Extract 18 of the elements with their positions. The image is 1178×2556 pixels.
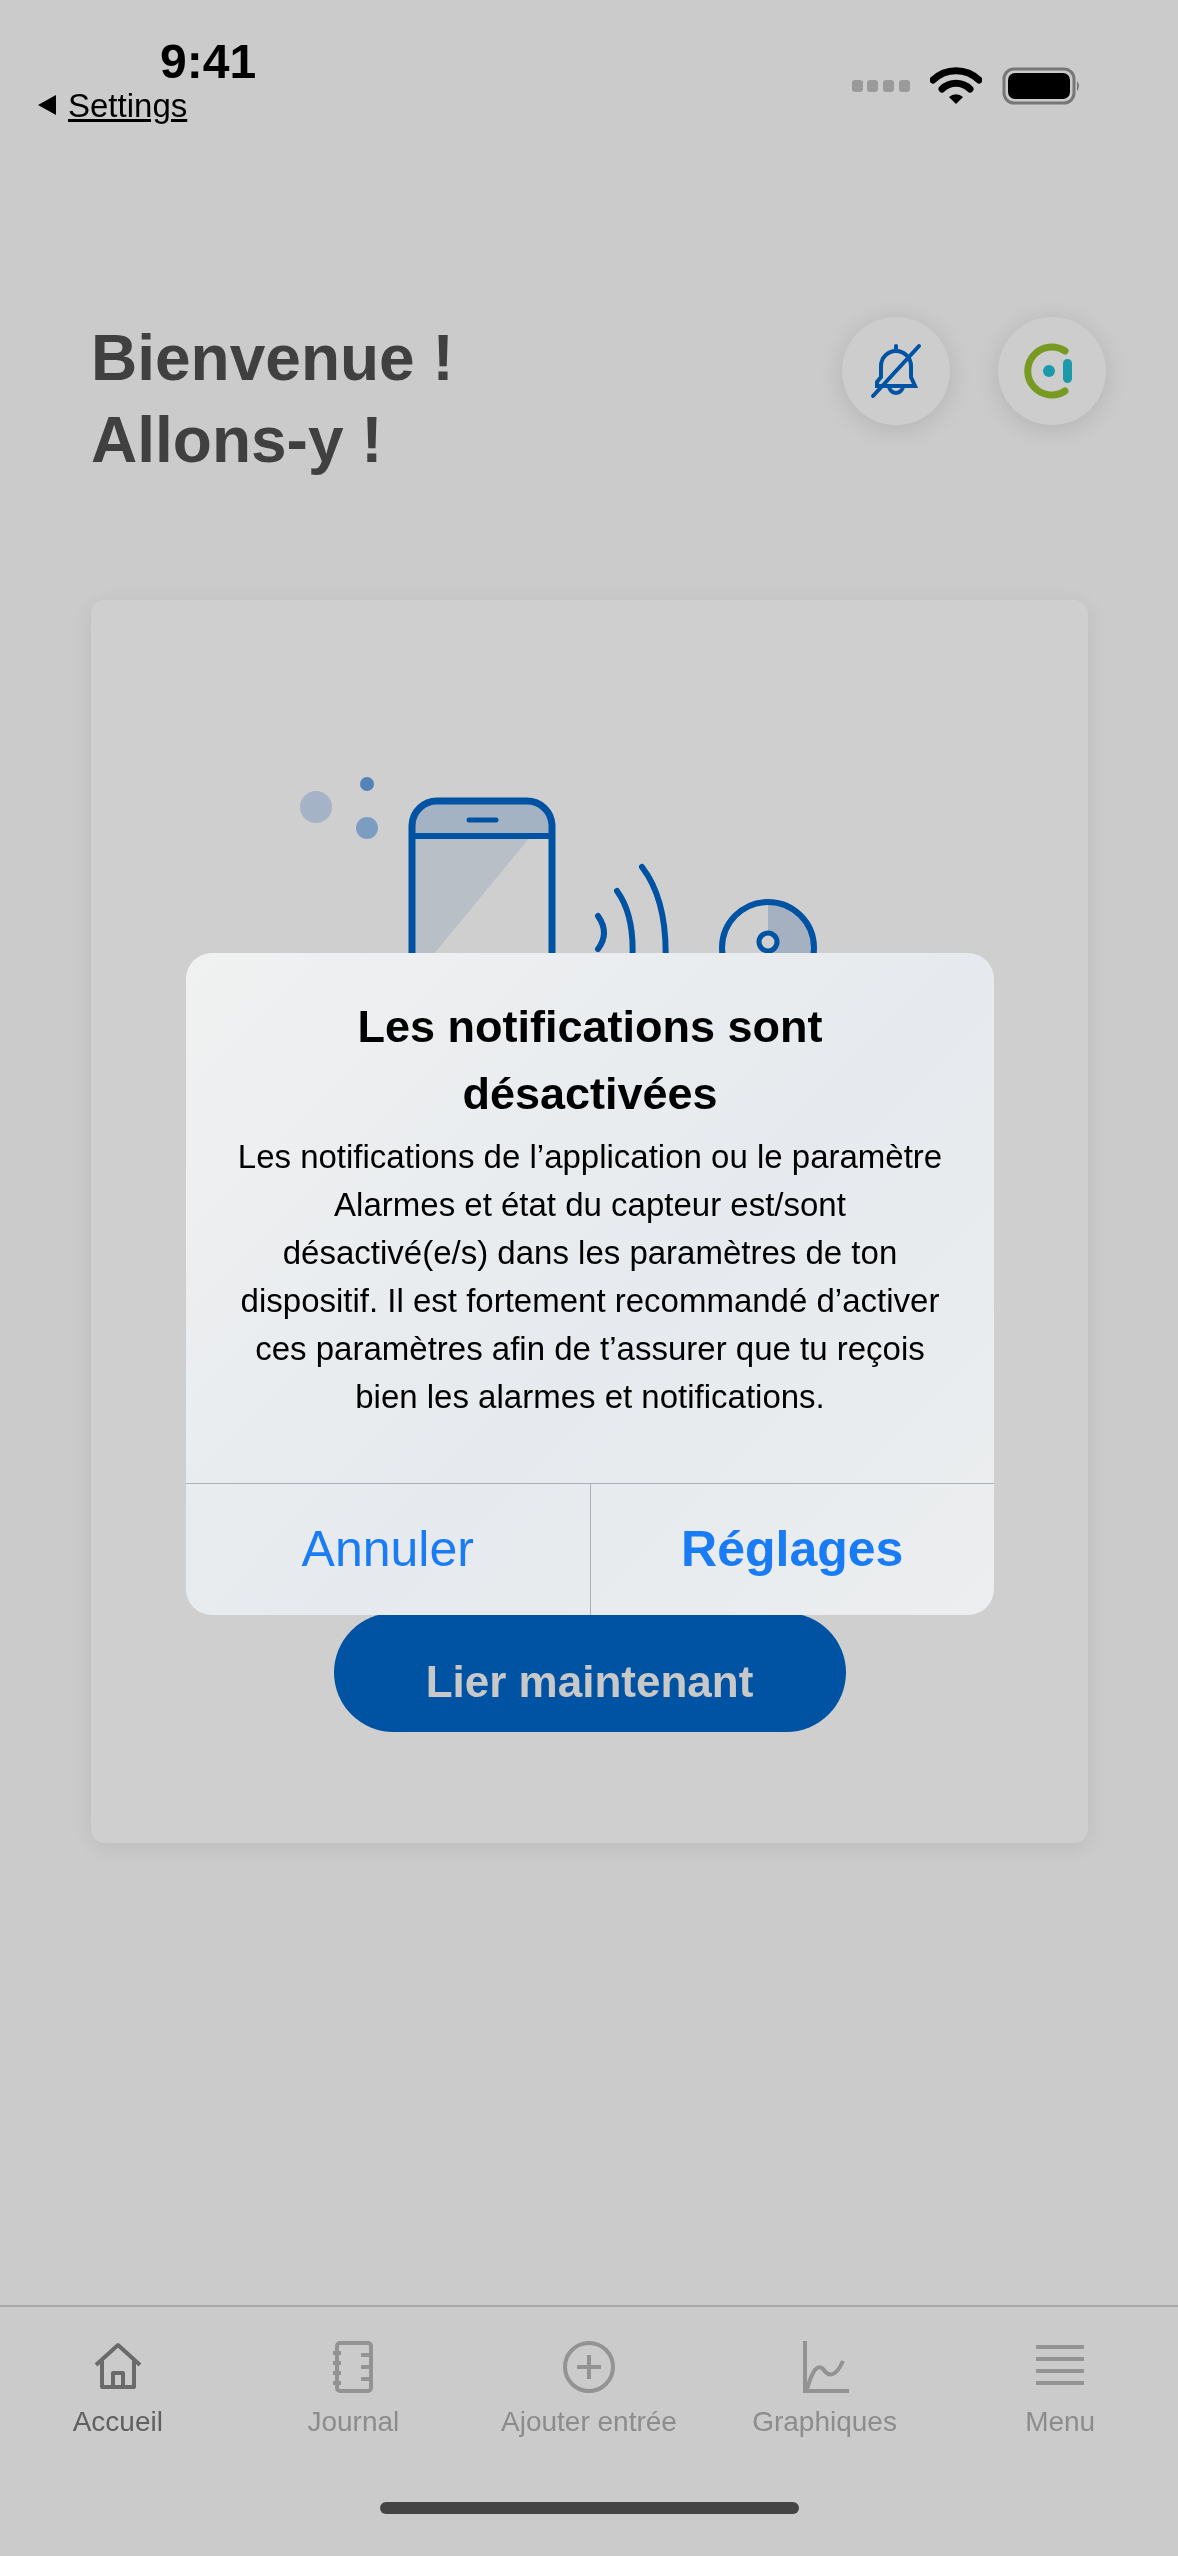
back-triangle-icon <box>36 93 58 118</box>
welcome-heading: Bienvenue ! Allons-y ! <box>91 321 454 478</box>
tab-bar-item[interactable]: Menu <box>942 2307 1178 2444</box>
alert-button[interactable]: Réglages <box>589 1484 994 1615</box>
tab-bar-item[interactable]: Accueil <box>0 2307 236 2444</box>
link-now-button[interactable]: Lier maintenant <box>333 1613 846 1732</box>
battery-icon <box>1002 67 1082 105</box>
signal-icon <box>852 80 910 92</box>
back-link[interactable]: Settings <box>36 88 257 122</box>
tab-bar-item[interactable]: Ajouter entrée <box>471 2307 707 2444</box>
clock-time: 9:41 <box>160 36 257 89</box>
alert-title: Les notifications sont désactivées <box>356 1000 824 1121</box>
tab-bar-item[interactable]: Graphiques <box>706 2307 943 2444</box>
wifi-icon <box>930 66 982 106</box>
alert-button[interactable]: Annuler <box>186 1484 590 1615</box>
alert-message: Les notifications de l’application ou le paramètre Alarmes et état du capteur est/sont désactivé(e/s) dans les paramètres de ton dispositif. Il est fortement recommandé d’activer ces paramètres afin de t’assurer que tu reçois bien les alarmes et notifications. <box>236 1137 944 1417</box>
plus-circle-icon <box>561 2339 617 2395</box>
tab-bar-item[interactable]: Journal <box>235 2307 472 2444</box>
